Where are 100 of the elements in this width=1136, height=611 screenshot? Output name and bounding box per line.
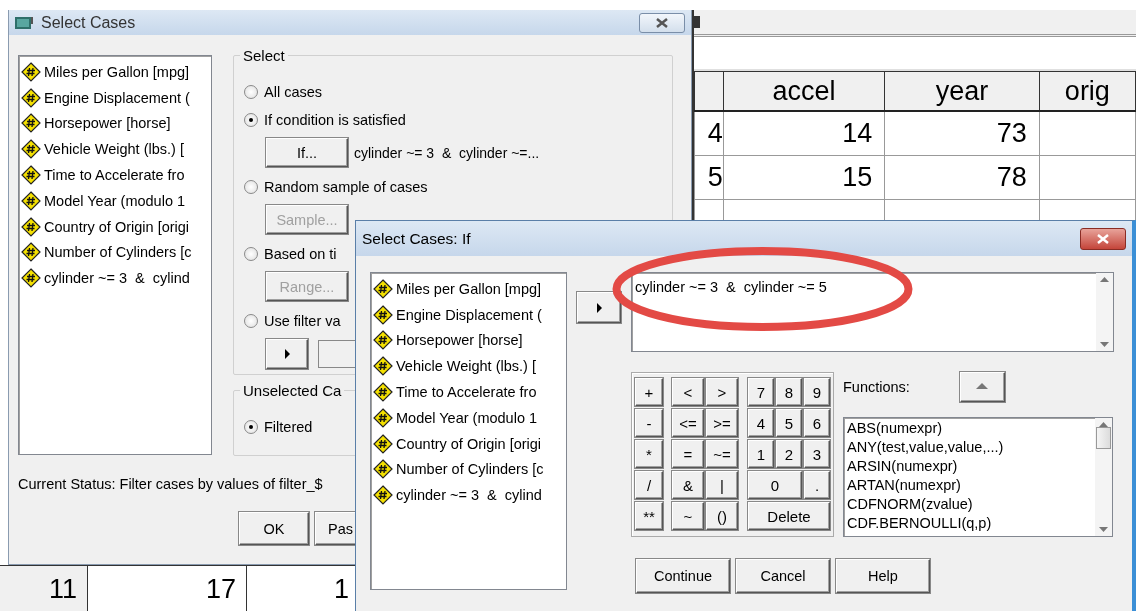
radio-label[interactable]: If condition is satisfied [264, 112, 406, 128]
variable-item[interactable]: Vehicle Weight (lbs.) [ [396, 358, 536, 375]
dialog-button[interactable]: Cancel [736, 559, 830, 593]
variable-item[interactable]: Vehicle Weight (lbs.) [ [44, 141, 184, 158]
variable-item[interactable]: Miles per Gallon [mpg] [44, 63, 190, 80]
keypad-key[interactable]: ~= [706, 440, 738, 468]
variable-item[interactable]: Horsepower [horse] [396, 332, 523, 349]
radio-button[interactable] [244, 85, 258, 99]
filter-field[interactable] [318, 340, 358, 368]
table-cell: 14 [723, 111, 885, 156]
expression-field[interactable]: cylinder ~= 3 & cylinder ~= 5 [631, 272, 1114, 352]
keypad-key[interactable]: * [635, 440, 663, 468]
keypad-key[interactable]: 6 [804, 409, 830, 437]
radio-button[interactable] [244, 314, 258, 328]
variable-item[interactable]: Time to Accelerate fro [396, 384, 537, 401]
function-item[interactable]: ABS(numexpr) [847, 420, 1092, 439]
variable-item[interactable]: Country of Origin [origi [44, 218, 190, 235]
scrollbar[interactable] [1095, 418, 1112, 536]
keypad-key[interactable]: ** [635, 502, 663, 530]
keypad-key[interactable]: () [706, 502, 738, 530]
variable-item[interactable]: Time to Accelerate fro [44, 167, 185, 184]
variable-item[interactable]: Engine Displacement ( [44, 89, 190, 106]
keypad-key[interactable]: + [635, 378, 663, 406]
numeric-variable-icon [373, 330, 393, 351]
move-button[interactable] [266, 339, 308, 369]
dialog-button[interactable]: OK [239, 512, 309, 545]
group-title: Unselected Ca [240, 382, 345, 399]
dialog-button[interactable]: Continue [636, 559, 730, 593]
move-button[interactable] [577, 292, 621, 323]
variable-item[interactable]: Engine Displacement ( [396, 306, 542, 323]
radio-label[interactable]: All cases [264, 84, 323, 100]
keypad-key[interactable]: Delete [748, 502, 830, 530]
close-button[interactable] [639, 12, 685, 33]
column-header[interactable]: orig [1039, 71, 1136, 111]
functions-label: Functions: [843, 379, 910, 395]
keypad-key[interactable]: = [672, 440, 704, 468]
row-header: 11 [0, 566, 88, 611]
radio-label[interactable]: Filtered [264, 419, 313, 435]
keypad-key[interactable]: 2 [776, 440, 802, 468]
radio-button[interactable] [244, 420, 258, 434]
variable-item[interactable]: Number of Cylinders [c [44, 244, 192, 261]
keypad-key[interactable]: > [706, 378, 738, 406]
variable-item[interactable]: Miles per Gallon [mpg] [396, 280, 542, 297]
keypad-key[interactable]: | [706, 471, 738, 499]
radio-label[interactable]: Random sample of cases [264, 179, 428, 195]
radio-button[interactable] [244, 247, 258, 261]
scroll-up-icon[interactable] [1100, 277, 1109, 282]
up-button[interactable] [959, 372, 1005, 402]
numeric-variable-icon [373, 407, 393, 428]
scroll-thumb[interactable] [1096, 427, 1111, 449]
keypad-key[interactable]: < [672, 378, 704, 406]
variable-item[interactable]: cylinder ~= 3 & cylind [396, 487, 542, 504]
column-header[interactable]: year [884, 71, 1040, 111]
radio-label[interactable]: Based on ti [264, 246, 337, 262]
variable-item[interactable]: Number of Cylinders [c [396, 461, 544, 478]
keypad-key[interactable]: 8 [776, 378, 802, 406]
scroll-down-icon[interactable] [1099, 527, 1108, 532]
numeric-variable-icon [21, 139, 41, 160]
radio-label[interactable]: Use filter va [264, 313, 341, 329]
keypad-key[interactable]: ~ [672, 502, 704, 530]
variable-item[interactable]: cylinder ~= 3 & cylind [44, 270, 190, 287]
table-cell: 73 [884, 111, 1040, 156]
variable-item[interactable]: Horsepower [horse] [44, 115, 171, 132]
window-title: Select Cases: If [362, 229, 472, 248]
variable-item[interactable]: Model Year (modulo 1 [44, 192, 186, 209]
column-header[interactable]: accel [723, 71, 885, 111]
function-item[interactable]: CDFNORM(zvalue) [847, 496, 1092, 515]
right-arrow-icon [283, 349, 291, 359]
keypad-key[interactable]: 3 [804, 440, 830, 468]
variable-item[interactable]: Country of Origin [origi [396, 435, 542, 452]
keypad-key[interactable]: 5 [776, 409, 802, 437]
keypad-key[interactable]: 4 [748, 409, 774, 437]
keypad-key[interactable]: & [672, 471, 704, 499]
function-item[interactable]: ANY(test,value,value,...) [847, 439, 1092, 458]
function-item[interactable]: ARSIN(numexpr) [847, 458, 1092, 477]
option-button[interactable]: If... [266, 138, 348, 167]
keypad-key[interactable]: . [804, 471, 830, 499]
function-item[interactable]: CDF.BERNOULLI(q,p) [847, 515, 1092, 534]
keypad-key[interactable]: 9 [804, 378, 830, 406]
radio-button[interactable] [244, 180, 258, 194]
close-button[interactable] [1080, 227, 1126, 250]
keypad-key[interactable]: 0 [748, 471, 802, 499]
dialog-button[interactable]: Help [836, 559, 930, 593]
keypad-key[interactable]: >= [706, 409, 738, 437]
radio-button[interactable] [244, 113, 258, 127]
keypad-key[interactable]: / [635, 471, 663, 499]
numeric-variable-icon [373, 356, 393, 377]
keypad-key[interactable]: <= [672, 409, 704, 437]
scrollbar[interactable] [1096, 273, 1113, 351]
keypad-key[interactable]: 1 [748, 440, 774, 468]
keypad-key[interactable]: 7 [748, 378, 774, 406]
column-header[interactable] [694, 71, 724, 111]
numeric-variable-icon [373, 304, 393, 325]
table-cell: 17 [88, 566, 247, 611]
function-item[interactable]: ARTAN(numexpr) [847, 477, 1092, 496]
numeric-variable-icon [21, 87, 41, 108]
scroll-down-icon[interactable] [1100, 342, 1109, 347]
numeric-variable-icon [21, 242, 41, 263]
variable-item[interactable]: Model Year (modulo 1 [396, 409, 538, 426]
keypad-key[interactable]: - [635, 409, 663, 437]
